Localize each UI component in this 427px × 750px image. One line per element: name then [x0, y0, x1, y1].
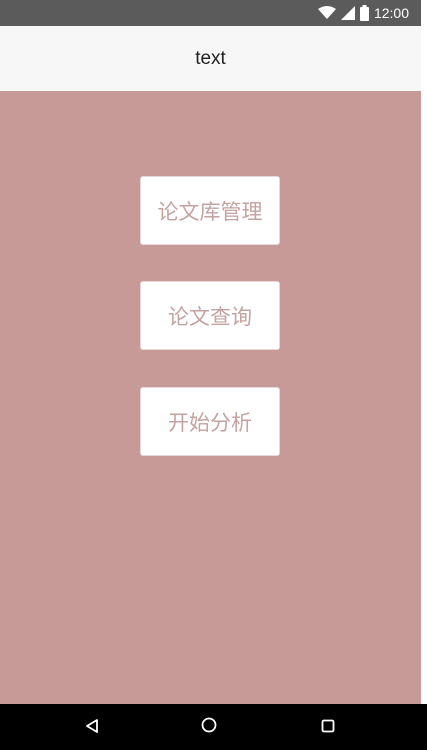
back-button[interactable] — [72, 712, 112, 742]
status-bar: 12:00 — [0, 0, 421, 26]
wifi-icon — [317, 6, 336, 20]
battery-icon — [359, 5, 369, 21]
start-analysis-button[interactable]: 开始分析 — [140, 387, 280, 456]
recent-apps-icon — [321, 718, 335, 737]
status-time: 12:00 — [373, 5, 409, 21]
start-analysis-button-label: 开始分析 — [168, 410, 252, 435]
app-screen: 12:00 text 论文库管理 论文查询 开始分析 — [0, 0, 427, 750]
page-title: text — [195, 47, 226, 69]
app-bar: text — [0, 26, 421, 91]
navigation-bar — [0, 704, 427, 750]
screen-edge — [421, 0, 427, 704]
paper-library-button-label: 论文库管理 — [157, 199, 263, 224]
signal-icon — [340, 6, 355, 20]
main-content: 论文库管理 论文查询 开始分析 — [0, 91, 421, 704]
recent-apps-button[interactable] — [308, 712, 348, 742]
paper-library-button[interactable]: 论文库管理 — [140, 176, 280, 245]
paper-search-button-label: 论文查询 — [168, 304, 252, 329]
paper-search-button[interactable]: 论文查询 — [140, 281, 280, 350]
home-button[interactable] — [189, 712, 229, 742]
back-icon — [85, 718, 99, 737]
home-icon — [201, 717, 217, 737]
